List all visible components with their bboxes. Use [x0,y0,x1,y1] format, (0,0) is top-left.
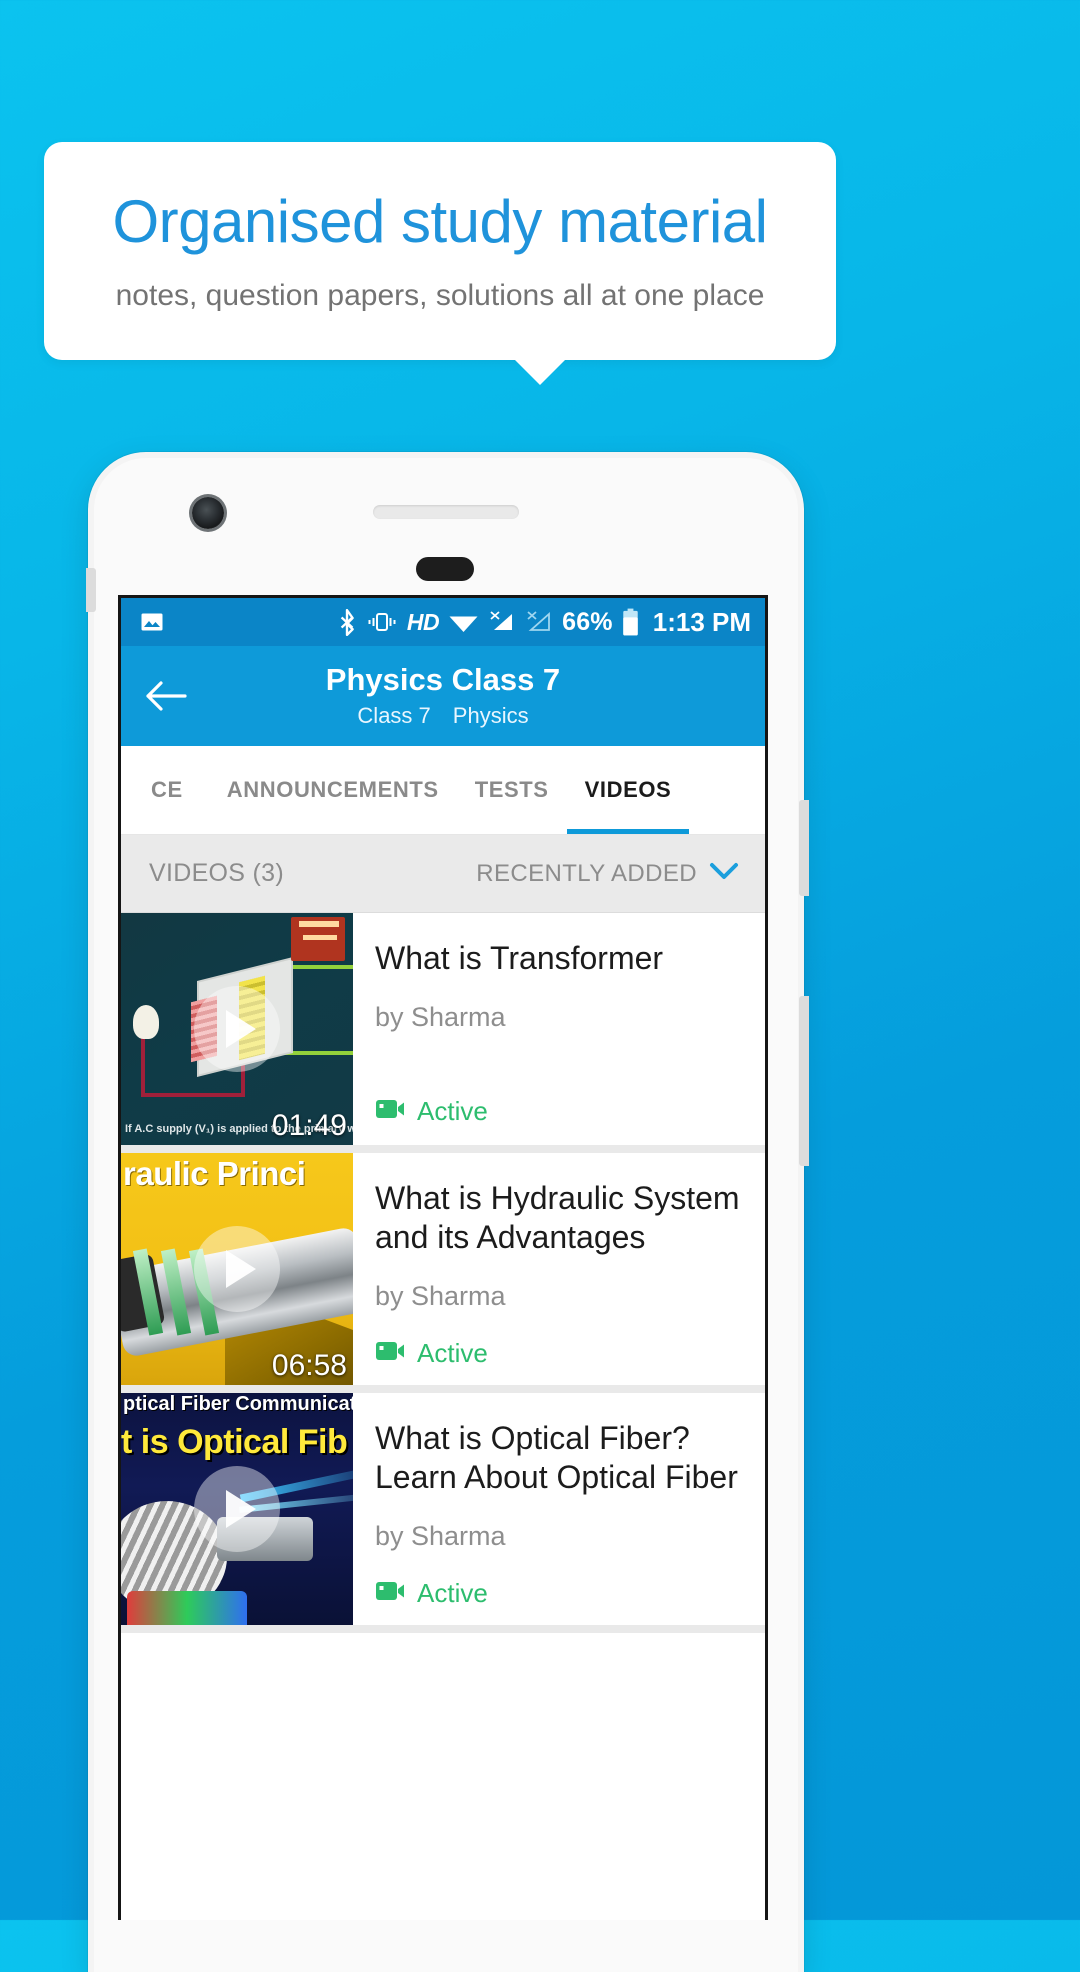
status-badge: Active [375,1312,745,1369]
thumbnail-caption-2: t is Optical Fib [121,1423,348,1461]
breadcrumb: Class 7 Physics [357,703,528,729]
status-bar: HD 66% 1:13 PM [121,598,765,646]
video-list-item[interactable]: ptical Fiber Communicati t is Optical Fi… [121,1393,765,1633]
phone-screen: HD 66% 1:13 PM Physics Class 7 Class 7 P… [118,595,768,1920]
volume-button[interactable] [799,800,809,896]
thumbnail-caption: ptical Fiber Communicati [123,1393,353,1415]
videos-sort-bar: VIDEOS (3) RECENTLY ADDED [121,835,765,913]
photo-icon [139,610,165,634]
tab-bar: CE ANNOUNCEMENTS TESTS VIDEOS [121,746,765,835]
status-label: Active [417,1578,488,1609]
breadcrumb-subject: Physics [452,702,529,728]
back-arrow-icon[interactable] [137,667,195,725]
vibrate-icon [366,610,398,634]
videos-count: VIDEOS (3) [149,859,284,887]
video-author: by Sharma [375,1521,506,1552]
video-author: by Sharma [375,1002,506,1033]
front-camera-icon [192,497,224,529]
video-duration: 06:58 [271,1349,347,1382]
promo-bubble: Organised study material notes, question… [44,142,836,360]
play-icon[interactable] [194,1226,280,1312]
video-duration: 01:49 [271,1109,347,1142]
app-bar: Physics Class 7 Class 7 Physics [121,646,765,746]
wifi-icon [448,610,479,634]
hd-label: HD [406,608,440,635]
status-label: Active [417,1096,488,1126]
play-icon[interactable] [194,986,280,1072]
tab-ce[interactable]: CE [121,746,209,834]
battery-percent: 66% [562,607,613,636]
clock-time: 1:13 PM [652,606,751,637]
video-thumbnail[interactable]: If A.C supply (V₁) is applied to the pri… [121,913,353,1145]
chevron-down-icon [709,860,739,888]
tab-tests[interactable]: TESTS [457,746,567,834]
page-title: Physics Class 7 [325,662,561,698]
promo-bubble-tail [514,359,566,385]
video-title: What is Transformer [375,940,664,976]
bluetooth-icon [337,608,357,636]
breadcrumb-class: Class 7 [357,702,431,728]
video-title: What is Hydraulic System and its Advanta… [375,1180,740,1256]
signal-no-sim-icon-2 [525,610,553,634]
thumbnail-caption: raulic Princi [123,1155,306,1192]
video-camera-icon [375,1579,405,1608]
video-title: What is Optical Fiber? Learn About Optic… [375,1420,738,1496]
promo-subtitle: notes, question papers, solutions all at… [115,278,765,312]
power-button[interactable] [799,996,809,1166]
tab-announcements[interactable]: ANNOUNCEMENTS [209,746,457,834]
video-list-item[interactable]: If A.C supply (V₁) is applied to the pri… [121,913,765,1153]
video-camera-icon [375,1339,405,1368]
app-bar-titles: Physics Class 7 Class 7 Physics [195,662,691,729]
video-info: What is Transformer by Sharma Active [353,913,765,1145]
sort-label: RECENTLY ADDED [476,859,697,887]
status-badge: Active [375,1070,745,1127]
status-badge: Active [375,1552,745,1609]
battery-icon [622,608,639,636]
tab-videos[interactable]: VIDEOS [566,746,690,834]
status-bar-right: HD 66% 1:13 PM [337,607,751,638]
video-author: by Sharma [375,1281,506,1312]
sort-dropdown[interactable]: RECENTLY ADDED [476,860,739,888]
video-list-item[interactable]: raulic Princi 06:58 What is Hydraulic Sy… [121,1153,765,1393]
video-info: What is Hydraulic System and its Advanta… [353,1153,765,1385]
status-label: Active [417,1338,488,1369]
video-info: What is Optical Fiber? Learn About Optic… [353,1393,765,1625]
status-bar-left [139,610,337,634]
earpiece-speaker [373,505,519,519]
promo-title: Organised study material [112,187,768,255]
home-button[interactable] [416,557,474,581]
video-camera-icon [375,1097,405,1126]
video-thumbnail[interactable]: ptical Fiber Communicati t is Optical Fi… [121,1393,353,1625]
signal-no-sim-icon [488,610,516,634]
play-icon[interactable] [194,1466,280,1552]
side-button-left[interactable] [86,568,96,612]
video-thumbnail[interactable]: raulic Princi 06:58 [121,1153,353,1385]
